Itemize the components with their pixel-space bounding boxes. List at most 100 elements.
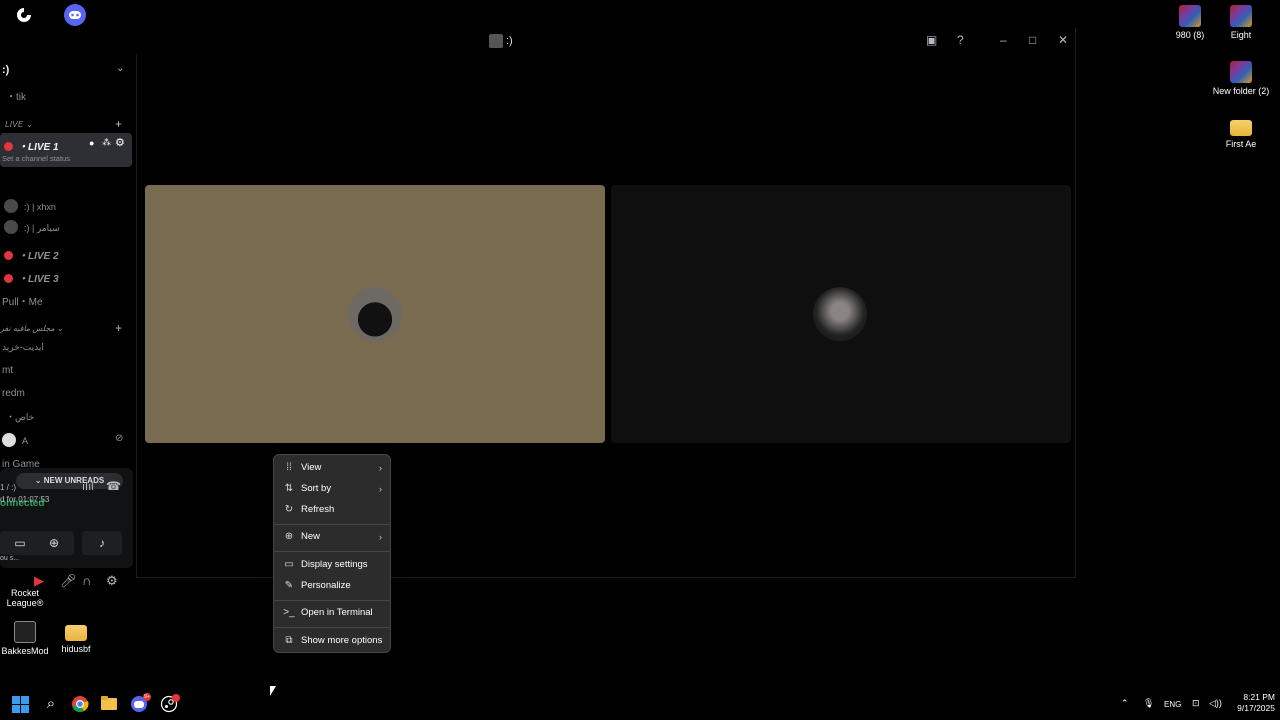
help-icon[interactable]: ?	[957, 33, 964, 47]
desktop-icon-new-folder[interactable]: New folder (2)	[1209, 61, 1273, 96]
mouse-cursor	[270, 686, 276, 696]
category-live[interactable]: LIVE ⌄	[5, 120, 33, 129]
refresh-icon: ↻	[284, 504, 294, 515]
add-channel-icon[interactable]: +	[115, 321, 122, 335]
desktop-icon-eight[interactable]: Eight	[1209, 5, 1273, 40]
add-channel-icon[interactable]: +	[115, 117, 122, 131]
channel-label: LIVE 3	[28, 274, 59, 285]
activity-button[interactable]: ⊕	[34, 531, 74, 555]
file-explorer-icon[interactable]	[100, 695, 118, 713]
window-title: :)	[506, 35, 513, 47]
desktop-icon-label: New folder (2)	[1212, 86, 1270, 96]
search-icon[interactable]: ⌕	[42, 695, 60, 713]
start-button[interactable]	[12, 696, 29, 713]
chrome-icon[interactable]	[71, 695, 89, 713]
chevron-right-icon: ›	[379, 484, 382, 494]
camera-off-icon[interactable]: ▶	[34, 573, 44, 589]
channel-khas[interactable]: ・خاص	[6, 410, 34, 423]
voice-user-2[interactable]: :) | سیامر	[4, 220, 60, 234]
settings-gear-icon[interactable]: ⚙	[106, 573, 118, 589]
mic-muted-icon: ⊘	[115, 433, 124, 444]
terminal-icon: >_	[283, 607, 295, 618]
menu-item-display-settings[interactable]: ▭ Display settings	[278, 555, 386, 575]
winrar-archive-icon	[1230, 5, 1252, 27]
clock-date: 9/17/2025	[1237, 703, 1275, 713]
close-icon[interactable]: ✕	[1058, 33, 1068, 47]
voice-user-1[interactable]: :) | xhxn	[4, 199, 56, 213]
menu-item-label: Sort by	[301, 483, 332, 494]
invite-icon[interactable]: ⁂	[102, 137, 111, 148]
network-icon[interactable]: ⊡	[1192, 698, 1200, 709]
server-avatar-icon	[489, 34, 503, 48]
channel-label: tik	[16, 92, 26, 103]
discord-icon[interactable]	[64, 4, 86, 31]
menu-separator	[274, 524, 390, 525]
sort-icon: ⇅	[284, 483, 294, 494]
minimize-icon[interactable]: –	[1000, 33, 1007, 47]
channel-live1[interactable]: ・LIVE 1	[4, 138, 59, 153]
red-circle-icon	[4, 251, 13, 260]
chevron-right-icon: ›	[379, 463, 382, 473]
clock[interactable]: 8:21 PM 9/17/2025	[1225, 692, 1275, 714]
menu-item-label: Refresh	[301, 504, 335, 515]
menu-item-personalize[interactable]: ✎ Personalize	[278, 576, 386, 596]
avatar	[2, 433, 16, 447]
desktop-icon-hidusbf[interactable]: hidusbf	[44, 621, 108, 654]
channel-tik[interactable]: ・tik	[6, 88, 26, 103]
channel-status[interactable]: Set a channel status	[2, 154, 70, 163]
menu-item-refresh[interactable]: ↻ Refresh	[278, 500, 386, 520]
channel-pull-me[interactable]: Pull・Me	[2, 293, 43, 308]
menu-item-new[interactable]: ⊕ New ›	[278, 527, 386, 547]
menu-item-show-more-options[interactable]: ⧉ Show more options	[278, 631, 386, 651]
menu-item-view[interactable]: ⁞⁞ View ›	[278, 458, 386, 478]
desktop-icon-rocket-league[interactable]: Rocket League®	[0, 578, 57, 608]
channel-editor[interactable]: ایدیت-خرید	[2, 342, 44, 353]
title-bar: :) ▣ ? – □ ✕	[0, 28, 1076, 54]
desktop-icon-first-ae[interactable]: First Ae	[1209, 116, 1273, 149]
folder-icon	[65, 625, 87, 641]
voice-channel[interactable]: 1 / :)	[0, 483, 16, 492]
chevron-right-icon: ›	[379, 532, 382, 542]
chat-icon[interactable]: ●	[89, 138, 94, 148]
desktop-icon-label: Eight	[1230, 30, 1252, 40]
channel-live1-row[interactable]: ・LIVE 1 Set a channel status ● ⁂ ⚙	[0, 133, 132, 167]
inbox-icon[interactable]: ▣	[926, 33, 937, 47]
new-unreads-label: NEW UNREADS	[43, 476, 105, 485]
menu-item-label: Open in Terminal	[301, 607, 373, 618]
voice-waveform-icon[interactable]: ıIıl	[82, 481, 94, 493]
microphone-tray-icon[interactable]: 🎙︎	[1143, 698, 1154, 709]
menu-item-label: Display settings	[301, 559, 368, 570]
brush-icon: ✎	[284, 580, 294, 591]
soundboard-button[interactable]: ♪	[82, 531, 122, 555]
server-name[interactable]: :)	[2, 64, 9, 76]
chevron-up-icon[interactable]: ⌃	[1121, 698, 1129, 709]
chevron-down-icon[interactable]: ⌄	[116, 63, 124, 74]
microphone-icon[interactable]: 🎤︎	[60, 573, 77, 589]
volume-icon[interactable]: ◁))	[1209, 698, 1222, 709]
menu-item-sort-by[interactable]: ⇅ Sort by ›	[278, 479, 386, 499]
language-indicator[interactable]: ENG	[1164, 700, 1181, 709]
menu-item-open-in-terminal[interactable]: >_ Open in Terminal	[278, 603, 386, 623]
menu-separator	[274, 551, 390, 552]
voice-user-a[interactable]: A	[2, 433, 28, 447]
red-circle-icon	[4, 274, 13, 283]
category-label: LIVE	[5, 120, 24, 129]
notification-badge: 9+	[143, 693, 151, 701]
disconnect-icon[interactable]: ☎	[106, 479, 121, 493]
channel-redm[interactable]: redm	[2, 388, 25, 399]
maximize-icon[interactable]: □	[1029, 33, 1036, 47]
logitech-icon[interactable]	[14, 5, 34, 30]
video-tile-user-2[interactable]	[611, 185, 1071, 443]
menu-item-label: Personalize	[301, 580, 351, 591]
menu-item-label: View	[301, 462, 322, 473]
channel-mt[interactable]: mt	[2, 365, 13, 376]
channel-live2[interactable]: ・LIVE 2	[4, 247, 59, 262]
gear-icon[interactable]: ⚙	[115, 136, 125, 149]
category-label: مجلس مافیه نفر	[0, 324, 55, 333]
winrar-archive-icon	[1230, 61, 1252, 83]
headphones-icon[interactable]: ∩	[82, 573, 91, 588]
category-2[interactable]: مجلس مافیه نفر ⌄	[0, 324, 64, 333]
channel-live3[interactable]: ・LIVE 3	[4, 270, 59, 285]
winrar-archive-icon	[1179, 5, 1201, 27]
video-tile-user-1[interactable]	[145, 185, 605, 443]
